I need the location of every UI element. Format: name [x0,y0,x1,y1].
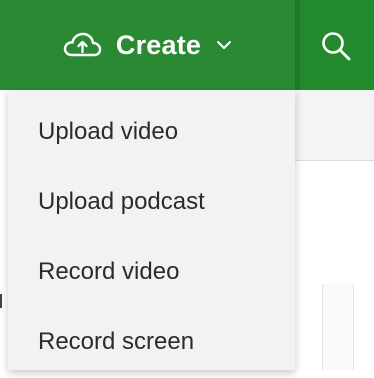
menu-item-upload-video[interactable]: Upload video [8,96,295,168]
search-icon [320,30,352,62]
background-edge-mark [0,294,2,308]
menu-item-upload-podcast[interactable]: Upload podcast [8,166,295,238]
upload-cloud-icon [62,30,102,60]
secondary-toolbar [295,90,374,160]
menu-item-record-video[interactable]: Record video [8,236,295,308]
background-panel [322,284,354,370]
create-dropdown-menu: Upload video Upload podcast Record video… [8,90,295,370]
create-button-label: Create [115,29,202,60]
divider [295,160,374,161]
search-button[interactable] [300,0,374,90]
create-button[interactable]: Create [0,0,295,90]
menu-item-record-screen[interactable]: Record screen [8,306,295,378]
chevron-down-icon [215,39,233,51]
